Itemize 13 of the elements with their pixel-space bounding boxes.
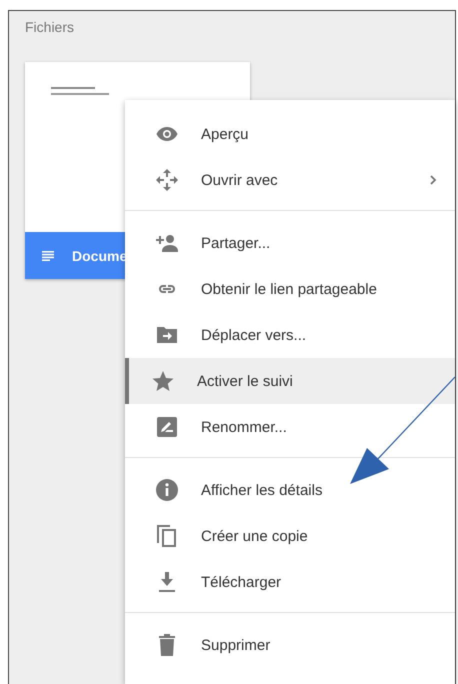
menu-item-label: Supprimer: [201, 636, 272, 654]
file-name: Docume: [72, 248, 128, 264]
menu-item-label: Afficher les détails: [201, 482, 324, 498]
menu-item-label: Ouvrir avec: [201, 172, 279, 188]
menu-item-label: Aperçu: [201, 126, 250, 142]
menu-item-label: Partager...: [201, 234, 272, 252]
menu-item-label: Créer une copie: [201, 528, 309, 544]
menu-item-label: Activer le suivi: [197, 372, 294, 390]
menu-item-label: Obtenir le lien partageable: [201, 280, 378, 298]
section-title: Fichiers: [25, 19, 74, 35]
menu-item-label: Télécharger: [201, 574, 282, 590]
menu-item-label: Renommer...: [201, 418, 288, 436]
menu-item-label: Déplacer vers...: [201, 326, 308, 344]
